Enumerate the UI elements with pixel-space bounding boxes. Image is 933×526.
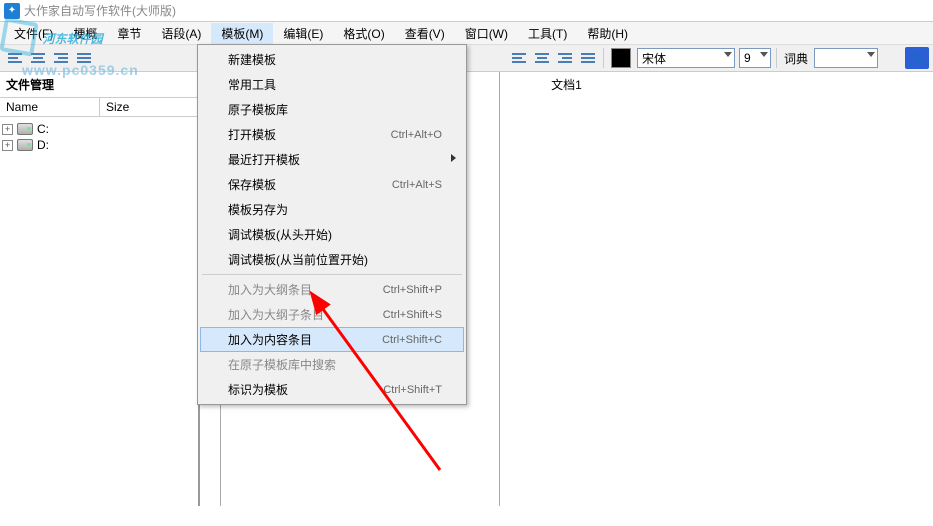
- menu-outline[interactable]: 梗概: [63, 23, 107, 44]
- align-justify-icon[interactable]: [73, 47, 95, 69]
- menu-new-template[interactable]: 新建模板: [200, 47, 464, 72]
- align-btn-4-icon[interactable]: [577, 47, 599, 69]
- menu-template[interactable]: 模板(M): [211, 23, 273, 44]
- menu-save-as[interactable]: 模板另存为: [200, 197, 464, 222]
- menu-debug-start[interactable]: 调试模板(从头开始): [200, 222, 464, 247]
- size-value: 9: [744, 51, 751, 65]
- drive-icon: [17, 123, 33, 135]
- drive-label: C:: [37, 122, 49, 136]
- drive-label: D:: [37, 138, 49, 152]
- menu-add-outline: 加入为大纲条目Ctrl+Shift+P: [200, 277, 464, 302]
- menu-search-atom: 在原子模板库中搜索: [200, 352, 464, 377]
- align-center-icon[interactable]: [27, 47, 49, 69]
- dict-select[interactable]: [814, 48, 878, 68]
- menu-recent-templates[interactable]: 最近打开模板: [200, 147, 464, 172]
- chevron-down-icon: [867, 52, 875, 57]
- menu-save-template[interactable]: 保存模板Ctrl+Alt+S: [200, 172, 464, 197]
- menu-tool[interactable]: 工具(T): [518, 23, 577, 44]
- align-left-icon[interactable]: [4, 47, 26, 69]
- menu-edit[interactable]: 编辑(E): [273, 23, 333, 44]
- toolbar-separator: [776, 48, 777, 68]
- template-dropdown: 新建模板 常用工具 原子模板库 打开模板Ctrl+Alt+O 最近打开模板 保存…: [197, 44, 467, 405]
- tree-item-c[interactable]: + C:: [2, 121, 196, 137]
- menu-view[interactable]: 查看(V): [395, 23, 455, 44]
- menu-file[interactable]: 文件(F): [4, 23, 63, 44]
- align-right-icon[interactable]: [50, 47, 72, 69]
- drive-icon: [17, 139, 33, 151]
- file-panel-title: 文件管理: [0, 72, 198, 98]
- font-size-select[interactable]: 9: [739, 48, 771, 68]
- menu-window[interactable]: 窗口(W): [455, 23, 518, 44]
- menu-segment[interactable]: 语段(A): [151, 23, 211, 44]
- toolbar-separator: [603, 48, 604, 68]
- expand-icon[interactable]: +: [2, 124, 13, 135]
- file-columns: Name Size: [0, 98, 198, 117]
- submenu-arrow-icon: [451, 154, 456, 162]
- menu-add-sub-outline: 加入为大纲子条目Ctrl+Shift+S: [200, 302, 464, 327]
- font-value: 宋体: [642, 50, 666, 67]
- title-bar: ✦ 大作家自动写作软件(大师版): [0, 0, 933, 22]
- chevron-down-icon: [724, 52, 732, 57]
- align-btn-3-icon[interactable]: [554, 47, 576, 69]
- col-size[interactable]: Size: [100, 98, 135, 116]
- col-name[interactable]: Name: [0, 98, 100, 116]
- menu-mark-template[interactable]: 标识为模板Ctrl+Shift+T: [200, 377, 464, 402]
- app-icon: ✦: [4, 3, 20, 19]
- color-picker[interactable]: [611, 48, 631, 68]
- expand-icon[interactable]: +: [2, 140, 13, 151]
- dict-label: 词典: [784, 50, 808, 67]
- menu-bar: 文件(F) 梗概 章节 语段(A) 模板(M) 编辑(E) 格式(O) 查看(V…: [0, 22, 933, 44]
- menu-atom-lib[interactable]: 原子模板库: [200, 97, 464, 122]
- file-tree: + C: + D:: [0, 117, 198, 157]
- paw-button[interactable]: 🐾: [905, 47, 929, 69]
- menu-separator: [202, 274, 462, 275]
- menu-chapter[interactable]: 章节: [107, 23, 151, 44]
- file-manager-panel: 文件管理 Name Size + C: + D:: [0, 72, 200, 506]
- tree-item-d[interactable]: + D:: [2, 137, 196, 153]
- menu-add-content[interactable]: 加入为内容条目Ctrl+Shift+C: [200, 327, 464, 352]
- menu-help[interactable]: 帮助(H): [577, 23, 638, 44]
- align-btn-2-icon[interactable]: [531, 47, 553, 69]
- font-select[interactable]: 宋体: [637, 48, 735, 68]
- menu-open-template[interactable]: 打开模板Ctrl+Alt+O: [200, 122, 464, 147]
- align-btn-1-icon[interactable]: [508, 47, 530, 69]
- menu-common-tools[interactable]: 常用工具: [200, 72, 464, 97]
- menu-format[interactable]: 格式(O): [333, 23, 394, 44]
- window-title: 大作家自动写作软件(大师版): [24, 2, 176, 19]
- menu-debug-current[interactable]: 调试模板(从当前位置开始): [200, 247, 464, 272]
- chevron-down-icon: [760, 52, 768, 57]
